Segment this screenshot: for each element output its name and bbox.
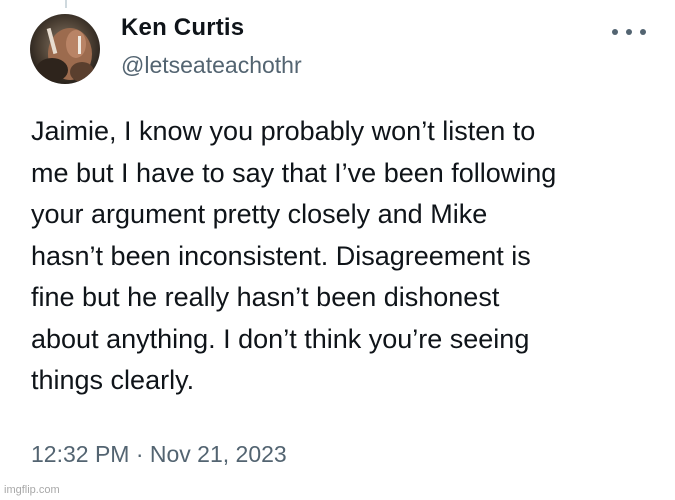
tweet-text-line: your argument pretty closely and Mike — [31, 199, 488, 229]
more-horizontal-icon — [612, 29, 618, 35]
tweet-text-line: hasn’t been inconsistent. Disagreement i… — [31, 240, 531, 271]
author-handle[interactable]: @letseateachothr — [121, 52, 302, 79]
tweet-text-line: Jaimie, I know you probably won’t listen… — [31, 116, 536, 146]
tweet-text: Jaimie, I know you probably won’t listen… — [31, 111, 656, 402]
avatar[interactable] — [30, 14, 100, 84]
more-options-button[interactable] — [612, 22, 646, 42]
author-display-name[interactable]: Ken Curtis — [121, 14, 244, 42]
tweet-text-line: me but I have to say that I’ve been foll… — [31, 157, 557, 188]
tweet-text-line: about anything. I don’t think you’re see… — [31, 323, 530, 354]
thread-connector-line — [65, 0, 67, 8]
tweet-text-line: fine but he really hasn’t been dishonest — [31, 282, 500, 312]
watermark: imgflip.com — [4, 484, 60, 496]
tweet-timestamp[interactable]: 12:32 PM · Nov 21, 2023 — [31, 441, 287, 468]
tweet-text-line: things clearly. — [31, 365, 195, 395]
more-horizontal-icon-dot — [640, 29, 646, 35]
user-avatar-icon — [30, 14, 100, 84]
more-horizontal-icon-dot — [626, 29, 632, 35]
